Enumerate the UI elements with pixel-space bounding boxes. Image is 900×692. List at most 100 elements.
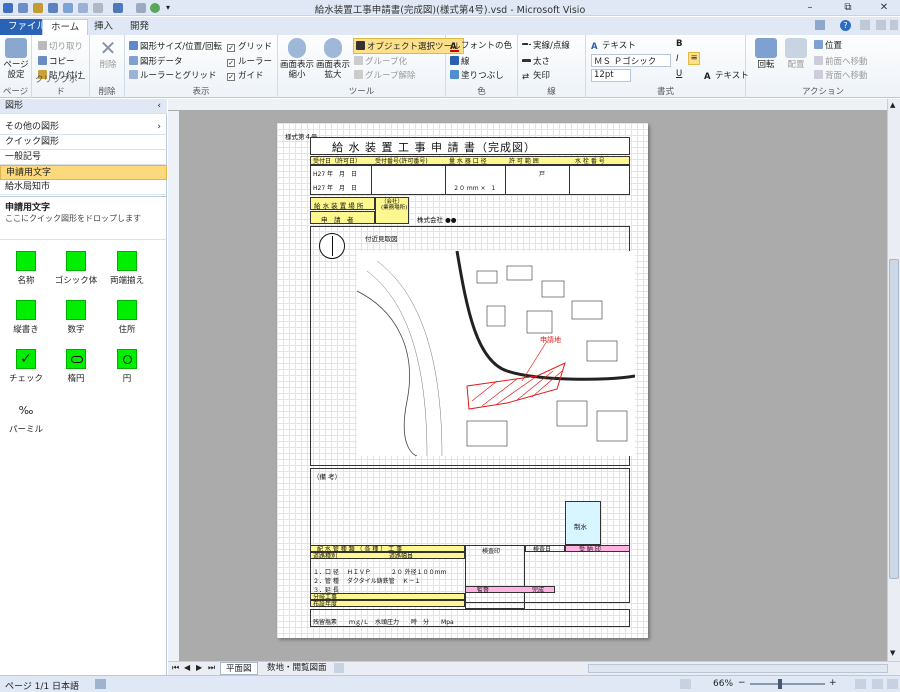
line-color-icon	[450, 56, 459, 65]
guide-checkbox[interactable]: ✓ ガイド	[227, 69, 264, 81]
stencil-address[interactable]: 住所	[97, 300, 157, 335]
zoom-out-icon[interactable]: −	[738, 678, 746, 688]
horizontal-scrollbar[interactable]	[588, 664, 888, 673]
position-button[interactable]: 位置	[814, 39, 842, 51]
shapes-panel: 図形 ‹ その他の図形 › クイック図形 一般記号 申請用文字 給水局知市 申請用…	[0, 99, 167, 675]
page-indicator[interactable]: ページ 1/1	[5, 679, 49, 692]
drawing-page[interactable]: 様式第４号 給 水 装 置 工 事 申 請 書（完成図） 受付日（許可日） 受付…	[277, 123, 648, 638]
send-back-button[interactable]: 背面へ移動	[814, 69, 868, 81]
restore-button[interactable]: ⧉	[836, 1, 860, 15]
group-button[interactable]: グループ化	[354, 55, 407, 67]
font-name-select[interactable]: ＭＳ Ｐゴシック	[591, 54, 671, 67]
horizontal-ruler[interactable]	[168, 99, 887, 111]
scroll-down-icon[interactable]: ▼	[890, 649, 895, 657]
line-color-button[interactable]: 線	[450, 55, 470, 67]
line-weight-button[interactable]: 太さ	[522, 55, 550, 67]
sheet-tab-floorplan[interactable]: 平面図	[220, 662, 258, 675]
zoom-level[interactable]: 66%	[713, 679, 733, 689]
stencil-permil[interactable]: ‰ パーミル	[0, 401, 56, 435]
stencil-vertical-label: 縦書き	[13, 325, 39, 335]
zoom-slider[interactable]	[750, 683, 825, 685]
switch-windows-icon[interactable]	[887, 679, 898, 689]
zoom-out-button[interactable]: 画面表示 縮小	[280, 38, 314, 80]
vertical-scrollbar[interactable]: ▲ ▼	[887, 99, 900, 661]
bold-button[interactable]: B	[676, 39, 682, 49]
fill-button[interactable]: 塗りつぶし	[450, 69, 504, 81]
macro-icon[interactable]	[95, 679, 106, 689]
tab-develop[interactable]: 開発	[122, 19, 157, 35]
font-color-button[interactable]: A フォントの色	[450, 39, 512, 52]
next-page-icon[interactable]: ▶	[196, 663, 202, 672]
doc-restore-icon[interactable]	[876, 20, 886, 30]
collapse-panel-icon[interactable]: ‹	[157, 99, 161, 114]
applicant-name[interactable]: 株式会社 ●●	[417, 214, 456, 224]
location-map[interactable]	[357, 251, 635, 456]
scroll-thumb[interactable]	[889, 259, 899, 579]
copy-button[interactable]: コピー	[38, 55, 75, 67]
meter-size[interactable]: ２０ mm × 1	[453, 183, 495, 192]
bring-front-button[interactable]: 前面へ移動	[814, 55, 868, 67]
stencil-item-application-text[interactable]: 申請用文字	[0, 165, 167, 180]
cut-button[interactable]: 切り取り	[38, 40, 83, 52]
language-indicator[interactable]: 日本語	[52, 679, 79, 692]
text-tool-button[interactable]: A テキスト	[591, 39, 636, 52]
tab-insert[interactable]: 挿入	[86, 19, 121, 35]
help-icon[interactable]: ?	[840, 20, 851, 31]
rotate-button[interactable]: 回転	[752, 38, 780, 70]
pipe-row-2[interactable]: ２．管 種 ダクタイル鋳鉄管 Ｋ－１	[313, 576, 420, 585]
minimize-ribbon-icon[interactable]	[815, 20, 825, 30]
close-button[interactable]: ✕	[872, 1, 896, 15]
window-title: 給水装置工事申請書(完成図)(様式第4号).vsd - Microsoft Vi…	[314, 5, 586, 16]
zoom-slider-thumb[interactable]	[778, 679, 782, 689]
last-page-icon[interactable]: ⏭	[208, 663, 215, 673]
grid-checkbox[interactable]: ✓ グリッド	[227, 40, 272, 52]
green-square-icon	[16, 251, 36, 271]
vertical-ruler[interactable]	[168, 111, 180, 661]
underline-button[interactable]: U	[676, 69, 682, 79]
tab-home[interactable]: ホーム	[42, 19, 89, 35]
align-button[interactable]: 配置	[782, 38, 810, 70]
ruler-grid-button[interactable]: ルーラーとグリッド	[129, 69, 217, 81]
page-setup-button[interactable]: ページ 設定	[2, 38, 30, 80]
shapes-panel-header: 図形 ‹	[0, 99, 167, 114]
drawing-canvas[interactable]: 様式第４号 給 水 装 置 工 事 申 請 書（完成図） 受付日（許可日） 受付…	[168, 99, 887, 661]
italic-button[interactable]: I	[676, 54, 679, 64]
sheet-tab-survey[interactable]: 数地・閲覧図面	[262, 662, 332, 675]
text-format-button[interactable]: A テキスト	[704, 69, 749, 82]
date-received[interactable]: H27 年 月 日	[313, 169, 357, 178]
fit-page-icon[interactable]	[855, 679, 866, 689]
full-screen-icon[interactable]	[680, 679, 691, 689]
ruler-checkbox[interactable]: ✓ ルーラー	[227, 55, 272, 67]
prev-page-icon[interactable]: ◀	[184, 663, 190, 672]
font-size-select[interactable]: 12pt	[591, 69, 631, 82]
insert-page-icon[interactable]	[334, 663, 344, 673]
shape-data-button[interactable]: 図形データ	[129, 55, 183, 67]
pipe-row-1[interactable]: １．口 径 ＨＩＶＰ ２０ 外径１００mm	[313, 567, 446, 576]
arrow-button[interactable]: ⇄ 矢印	[522, 69, 550, 82]
pan-zoom-icon[interactable]	[872, 679, 883, 689]
form-title[interactable]: 給 水 装 置 工 事 申 請 書（完成図）	[332, 139, 536, 155]
doc-close-icon[interactable]	[890, 20, 898, 30]
more-shapes-item[interactable]: その他の図形 ›	[0, 120, 167, 135]
page-setup-label: ページ 設定	[3, 60, 29, 80]
scroll-up-icon[interactable]: ▲	[890, 101, 895, 109]
stencil-item-general[interactable]: 一般記号	[0, 150, 167, 165]
minimize-button[interactable]: –	[798, 1, 822, 15]
date-approved[interactable]: H27 年 月 日	[313, 183, 357, 192]
quick-shapes-item[interactable]: クイック図形	[0, 135, 167, 150]
zoom-in-icon[interactable]: +	[829, 678, 837, 688]
stencil-circle[interactable]: 円	[97, 349, 157, 384]
stencil-item-water[interactable]: 給水局知市	[0, 180, 167, 195]
shape-size-button[interactable]: 図形サイズ/位置/回転	[129, 40, 222, 52]
stencil-permil-label: パーミル	[8, 425, 43, 435]
approve-label: 検査印	[482, 548, 501, 555]
bring-front-icon	[814, 56, 823, 65]
align-center-button[interactable]: ≡	[688, 52, 700, 65]
zoom-in-button[interactable]: 画面表示 拡大	[316, 38, 350, 80]
doc-minimize-icon[interactable]	[860, 20, 870, 30]
delete-button[interactable]: ✕ 削除	[94, 38, 122, 70]
first-page-icon[interactable]: ⏮	[172, 663, 179, 673]
ungroup-button[interactable]: グループ解除	[354, 69, 416, 81]
stencil-justify[interactable]: 両端揃え	[97, 251, 157, 286]
line-pattern-button[interactable]: 実線/点線	[522, 39, 570, 51]
